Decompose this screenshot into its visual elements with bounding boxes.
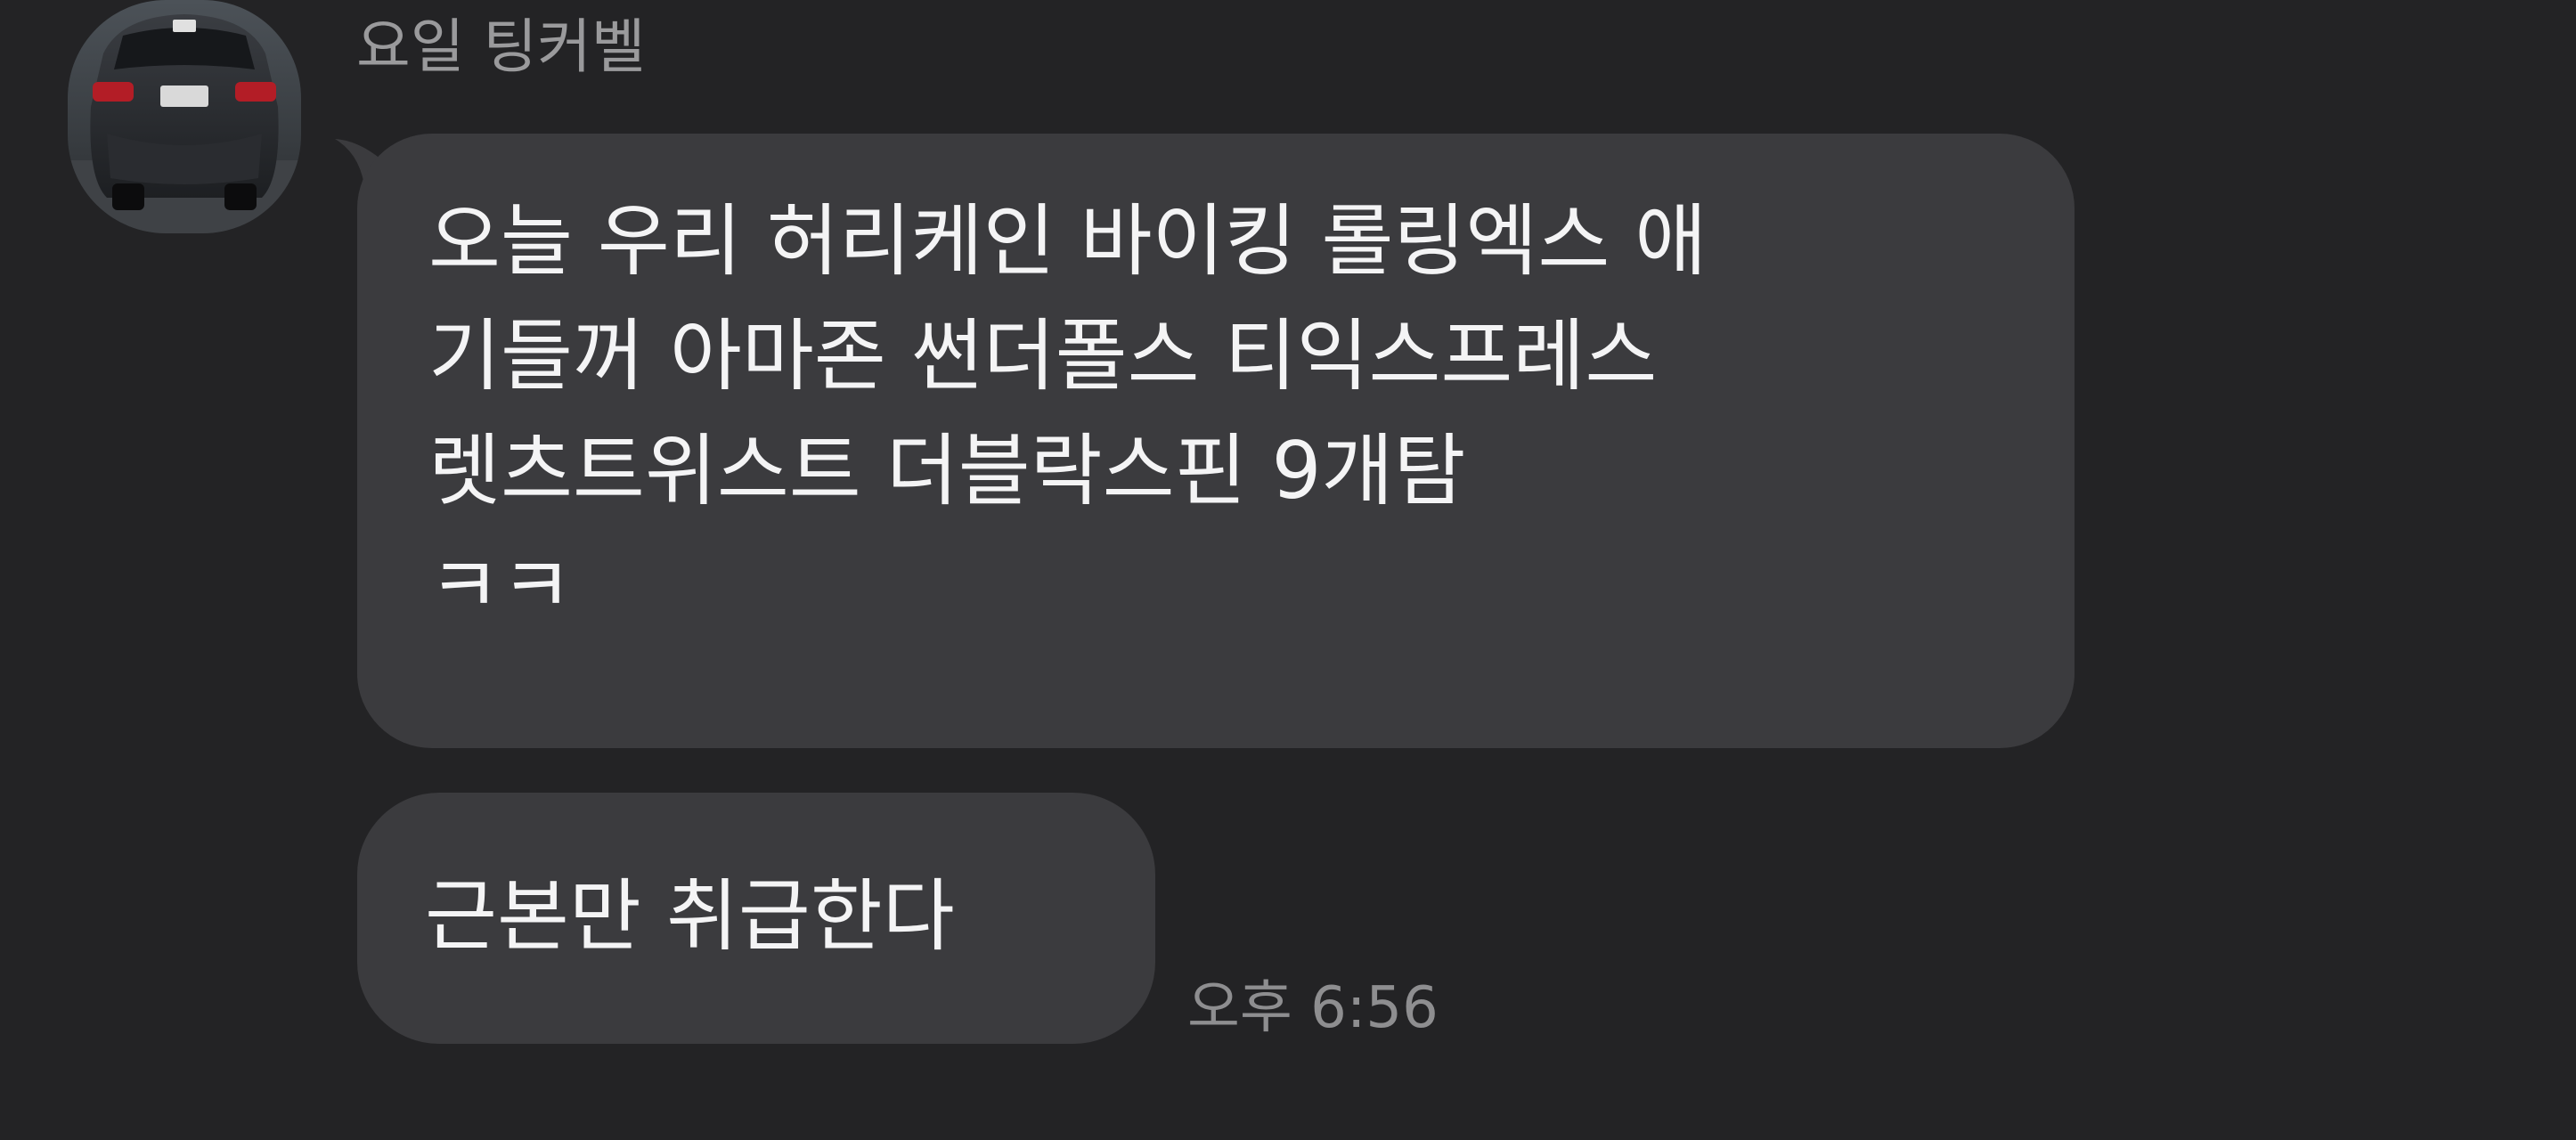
message-line: 기들꺼 아마존 썬더폴스 티익스프레스	[428, 310, 1658, 402]
message-bubble[interactable]: 오늘 우리 허리케인 바이킹 롤링엑스 애 기들꺼 아마존 썬더폴스 티익스프레…	[357, 134, 2075, 748]
message-line: 오늘 우리 허리케인 바이킹 롤링엑스 애	[428, 195, 1708, 287]
chat-thread: 요일 팅커벨 오늘 우리 허리케인 바이킹 롤링엑스 애 기들꺼 아마존 썬더폴…	[0, 0, 2576, 1140]
message-line: 렛츠트위스트 더블락스핀 9개탐	[428, 425, 1466, 517]
car-photo-icon	[68, 0, 301, 233]
message-bubble[interactable]: 근본만 취급한다	[357, 793, 1155, 1044]
message-timestamp: 오후 6:56	[1187, 975, 1439, 1041]
message-line: ㅋㅋ	[428, 540, 573, 631]
sender-name: 요일 팅커벨	[356, 12, 646, 81]
sender-avatar[interactable]	[68, 0, 301, 233]
message-line: 근본만 취급한다	[425, 870, 955, 962]
